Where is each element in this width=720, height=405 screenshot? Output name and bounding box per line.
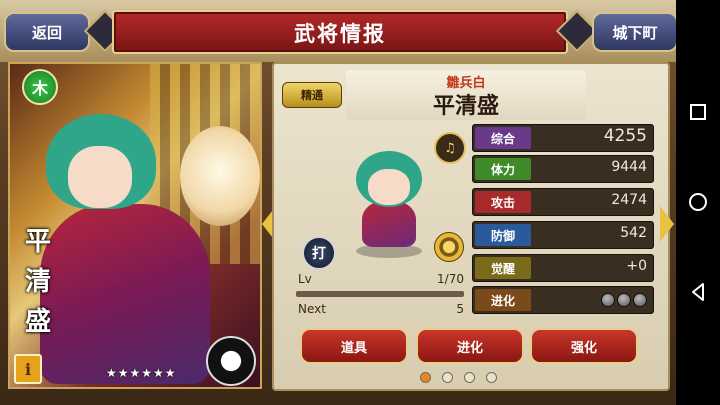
evolution-orb-icon <box>617 293 631 307</box>
evolution-orbs <box>599 293 647 311</box>
sprite-face <box>368 169 410 205</box>
level-label: Lv <box>298 272 312 286</box>
stat-row-attack: 攻击 2474 <box>472 188 654 216</box>
character-portrait: 木 平 清 盛 i ★★★★★★ <box>8 62 262 389</box>
stat-label-hp: 体力 <box>475 158 531 180</box>
rarity-stars: ★★★★★★ <box>106 366 177 380</box>
recent-apps-icon[interactable] <box>684 98 712 126</box>
page-dot[interactable] <box>464 372 475 383</box>
stat-row-hp: 体力 9444 <box>472 155 654 183</box>
evolve-button[interactable]: 进化 <box>416 328 524 364</box>
evolution-orb-icon <box>601 293 615 307</box>
home-icon[interactable] <box>684 188 712 216</box>
name-banner: 雛兵白 平清盛 <box>346 70 586 120</box>
page-title: 武将情报 <box>294 21 386 46</box>
stat-label-total: 综合 <box>475 127 531 149</box>
next-value: 5 <box>456 302 464 316</box>
info-panel: 精通 雛兵白 平清盛 ♫ 打 Lv 1/70 Next 5 综合 4255 体力… <box>272 62 670 391</box>
stat-value-hp: 9444 <box>611 159 647 175</box>
page-dot[interactable] <box>486 372 497 383</box>
clan-emblem-icon <box>206 336 256 386</box>
stat-value-defense: 542 <box>620 225 647 241</box>
level-progress-bar <box>296 291 464 297</box>
stat-row-defense: 防御 542 <box>472 221 654 249</box>
element-badge: 木 <box>22 69 58 105</box>
stat-row-awaken: 觉醒 +0 <box>472 254 654 282</box>
stat-label-awaken: 觉醒 <box>475 257 531 279</box>
character-name: 平清盛 <box>432 93 499 119</box>
stat-row-evolution: 进化 <box>472 286 654 314</box>
character-body-illustration <box>40 204 210 384</box>
castle-town-button[interactable]: 城下町 <box>592 12 676 52</box>
stat-row-total: 综合 4255 <box>472 124 654 152</box>
back-icon[interactable] <box>684 278 712 306</box>
stat-value-attack: 2474 <box>611 192 647 208</box>
level-value: 1/70 <box>437 272 464 286</box>
lantern-illustration <box>180 126 260 226</box>
enhance-button[interactable]: 强化 <box>530 328 638 364</box>
page-dot[interactable] <box>442 372 453 383</box>
weapon-type-icon: 打 <box>302 236 336 270</box>
character-sprite <box>344 139 434 259</box>
stat-value-total: 4255 <box>603 126 647 146</box>
items-button[interactable]: 道具 <box>300 328 408 364</box>
character-face-illustration <box>68 146 132 208</box>
next-arrow-icon[interactable] <box>660 206 674 242</box>
info-button[interactable]: i <box>14 354 42 384</box>
game-screen: 返回 武将情报 城下町 木 平 清 盛 i ★★★★★★ 精通 雛兵白 平清盛 <box>0 0 676 405</box>
stat-label-attack: 攻击 <box>475 191 531 213</box>
stat-label-defense: 防御 <box>475 224 531 246</box>
evolution-orb-icon <box>633 293 647 307</box>
stat-value-awaken: +0 <box>626 258 647 274</box>
next-label: Next <box>298 302 326 316</box>
header-bar: 返回 武将情报 城下町 <box>0 0 676 62</box>
android-nav-bar <box>676 0 720 405</box>
character-name-vertical: 平 清 盛 <box>24 227 51 337</box>
mastery-badge[interactable]: 精通 <box>282 82 342 108</box>
sprite-body <box>362 201 416 247</box>
gear-icon[interactable] <box>434 232 464 262</box>
stat-label-evolution: 进化 <box>475 289 531 311</box>
page-dot[interactable] <box>420 372 431 383</box>
back-button[interactable]: 返回 <box>4 12 90 52</box>
title-plate: 武将情报 <box>112 10 568 54</box>
speaker-icon[interactable]: ♫ <box>434 132 466 164</box>
